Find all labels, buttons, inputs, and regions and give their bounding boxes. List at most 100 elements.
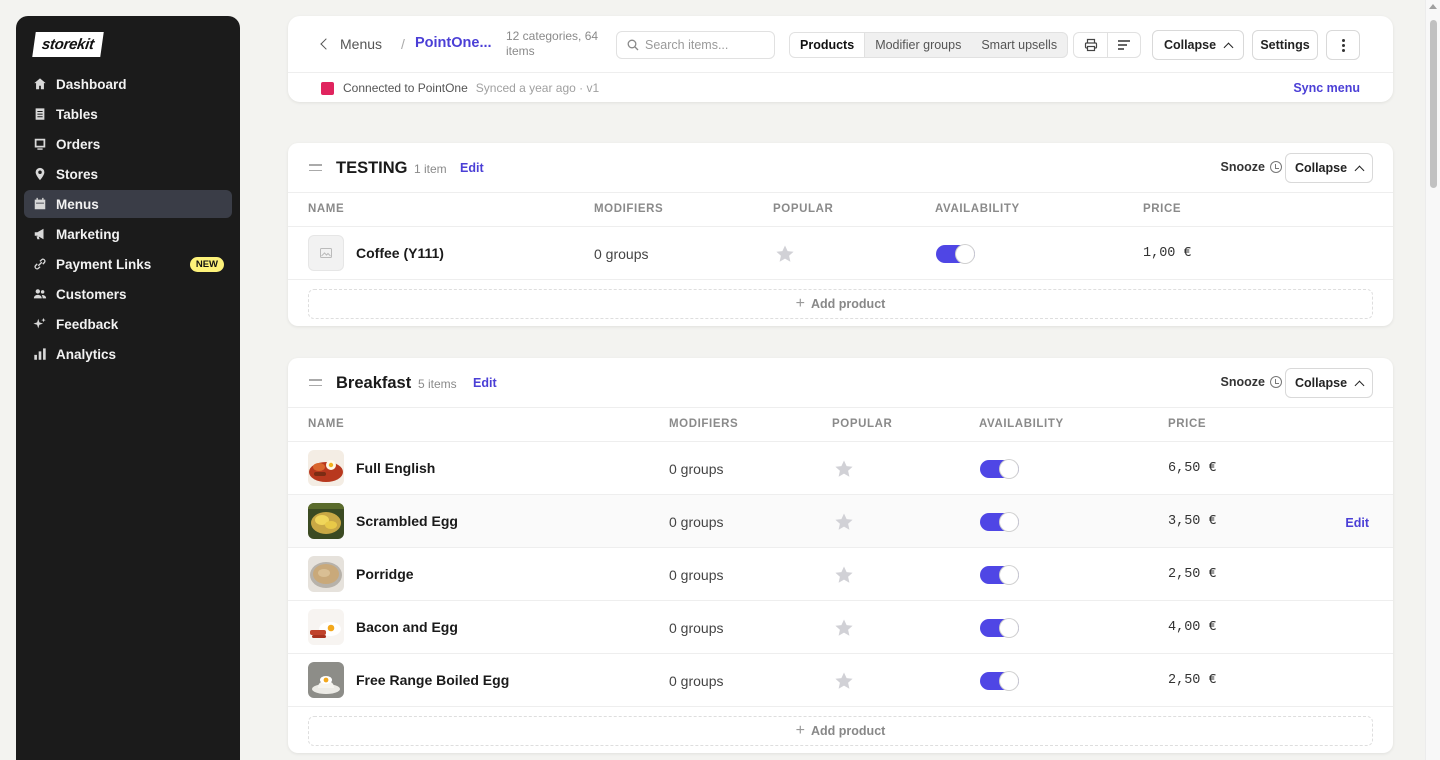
sidebar-item-label: Tables [56,106,98,122]
view-tabs: Products Modifier groups Smart upsells [789,32,1069,58]
table-row[interactable]: Porridge 0 groups 2,50 € [288,548,1393,601]
popular-star-icon[interactable] [834,459,854,479]
search-input[interactable] [645,38,765,52]
category-edit-button[interactable]: Edit [460,161,484,175]
tab-smart-upsells[interactable]: Smart upsells [971,33,1067,57]
add-product-button[interactable]: + Add product [308,716,1373,746]
tab-modifier-groups[interactable]: Modifier groups [865,33,971,57]
popular-star-icon[interactable] [834,671,854,691]
sidebar-item-tables[interactable]: Tables [24,100,232,128]
product-modifiers[interactable]: 0 groups [669,567,723,583]
snooze-button[interactable]: Snooze [1221,160,1282,174]
collapse-label: Collapse [1294,161,1348,175]
product-modifiers[interactable]: 0 groups [594,246,648,262]
chevron-left-icon [320,38,332,50]
availability-toggle[interactable] [980,513,1019,531]
tables-icon [32,106,48,122]
clock-icon [1270,376,1282,388]
connected-text: Connected to PointOne [343,81,468,95]
scroll-up-arrow-icon[interactable] [1429,4,1437,9]
sidebar-item-stores[interactable]: Stores [24,160,232,188]
table-row[interactable]: Full English 0 groups 6,50 € [288,442,1393,495]
sidebar-item-marketing[interactable]: Marketing [24,220,232,248]
sidebar-item-label: Marketing [56,226,120,242]
popular-star-icon[interactable] [775,244,795,264]
product-modifiers[interactable]: 0 groups [669,461,723,477]
sidebar-item-dashboard[interactable]: Dashboard [24,70,232,98]
scrollbar-thumb[interactable] [1430,20,1437,188]
availability-toggle[interactable] [980,460,1019,478]
back-to-menus-link[interactable]: Menus [320,36,383,52]
sidebar: storekit Dashboard Tables Orders Stores … [16,16,240,760]
tab-products[interactable]: Products [790,33,866,57]
row-edit-button[interactable]: Edit [1345,516,1369,530]
page-scrollbar[interactable] [1425,0,1440,760]
drag-handle-icon[interactable] [309,164,322,175]
table-row[interactable]: Bacon and Egg 0 groups 4,00 € [288,601,1393,654]
popular-star-icon[interactable] [834,565,854,585]
table-header: NAME MODIFIERS POPULAR AVAILABILITY PRIC… [288,193,1393,227]
category-collapse-button[interactable]: Collapse [1285,153,1373,183]
link-icon [32,256,48,272]
more-options-button[interactable] [1326,30,1360,60]
column-price: PRICE [1143,203,1182,215]
product-price: 1,00 € [1143,246,1192,261]
chevron-up-icon [1223,42,1234,52]
sidebar-item-payment-links[interactable]: Payment Links NEW [24,250,232,278]
table-row[interactable]: Free Range Boiled Egg 0 groups 2,50 € [288,654,1393,707]
search-field[interactable] [616,31,775,59]
category-collapse-button[interactable]: Collapse [1285,368,1373,398]
table-row[interactable]: Scrambled Egg 0 groups 3,50 € Edit [288,495,1393,548]
plus-icon: + [795,722,806,739]
availability-toggle[interactable] [980,672,1019,690]
menu-name[interactable]: PointOne... [415,35,492,51]
sort-button[interactable] [1107,33,1140,57]
product-modifiers[interactable]: 0 groups [669,673,723,689]
category-count: 1 item [414,162,447,176]
product-price: 3,50 € [1168,514,1217,529]
add-product-button[interactable]: + Add product [308,289,1373,319]
add-product-row: + Add product [288,707,1393,755]
sidebar-item-analytics[interactable]: Analytics [24,340,232,368]
full-english-photo [308,450,344,486]
sidebar-item-menus[interactable]: Menus [24,190,232,218]
bacon-egg-photo [308,609,344,645]
search-icon [627,39,639,51]
category-edit-button[interactable]: Edit [473,376,497,390]
collapse-all-button[interactable]: Collapse [1152,30,1244,60]
popular-star-icon[interactable] [834,618,854,638]
settings-button[interactable]: Settings [1252,30,1318,60]
product-modifiers[interactable]: 0 groups [669,514,723,530]
chevron-up-icon [1354,380,1365,390]
menu-stats: 12 categories, 64 items [506,29,599,58]
sidebar-item-feedback[interactable]: Feedback [24,310,232,338]
table-row[interactable]: Coffee (Y111) 0 groups 1,00 € [288,227,1393,280]
add-product-label: Add product [811,297,886,311]
availability-toggle[interactable] [980,566,1019,584]
collapse-label: Collapse [1294,376,1348,390]
product-name: Bacon and Egg [356,619,458,635]
synced-text: Synced a year ago · v1 [475,81,600,95]
sidebar-item-orders[interactable]: Orders [24,130,232,158]
product-name: Scrambled Egg [356,513,458,529]
sync-menu-button[interactable]: Sync menu [1293,81,1360,95]
drag-handle-icon[interactable] [309,379,322,390]
availability-toggle[interactable] [936,245,975,263]
column-availability: AVAILABILITY [935,203,1020,215]
column-popular: POPULAR [773,203,834,215]
sidebar-item-customers[interactable]: Customers [24,280,232,308]
menu-header-card: Menus / PointOne... 12 categories, 64 it… [288,16,1393,102]
snooze-button[interactable]: Snooze [1221,375,1282,389]
column-availability: AVAILABILITY [979,418,1064,430]
storekit-logo[interactable]: storekit [32,32,104,57]
product-name: Free Range Boiled Egg [356,672,510,688]
availability-toggle[interactable] [980,619,1019,637]
sparkle-icon [32,316,48,332]
product-modifiers[interactable]: 0 groups [669,620,723,636]
back-label: Menus [340,36,383,52]
column-price: PRICE [1168,418,1207,430]
table-header: NAME MODIFIERS POPULAR AVAILABILITY PRIC… [288,408,1393,442]
popular-star-icon[interactable] [834,512,854,532]
print-button[interactable] [1074,33,1107,57]
pointone-logo-icon [321,81,334,95]
